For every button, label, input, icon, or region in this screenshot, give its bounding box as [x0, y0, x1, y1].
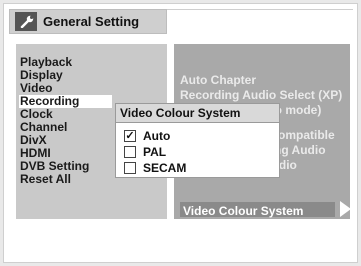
option-label: Video Colour System: [183, 204, 304, 218]
option-secam-label: SECAM: [143, 160, 187, 175]
option-video-colour-system[interactable]: Video Colour System: [180, 202, 335, 218]
checkbox-icon[interactable]: [124, 161, 136, 174]
option-recording-audio-select[interactable]: Recording Audio Select (XP): [180, 88, 342, 103]
checkbox-checked-icon[interactable]: ✓: [124, 129, 136, 142]
option-auto-label: Auto: [143, 128, 171, 143]
option-auto-chapter[interactable]: Auto Chapter: [180, 73, 342, 88]
option-pal[interactable]: PAL: [124, 144, 166, 159]
option-pal-label: PAL: [143, 144, 167, 159]
checkbox-icon[interactable]: [124, 145, 136, 158]
dialog-title: Video Colour System: [116, 104, 279, 123]
arrow-right-icon: [340, 201, 351, 217]
video-colour-system-dialog: Video Colour System ✓ Auto PAL SECAM: [115, 103, 280, 178]
title-bar: General Setting: [9, 9, 167, 34]
menu-item-reset-all[interactable]: Reset All: [19, 173, 112, 186]
option-auto[interactable]: ✓ Auto: [124, 128, 270, 143]
divider: [167, 9, 353, 10]
wrench-icon: [15, 12, 37, 31]
page-title: General Setting: [43, 14, 140, 29]
option-secam[interactable]: SECAM: [124, 160, 186, 175]
